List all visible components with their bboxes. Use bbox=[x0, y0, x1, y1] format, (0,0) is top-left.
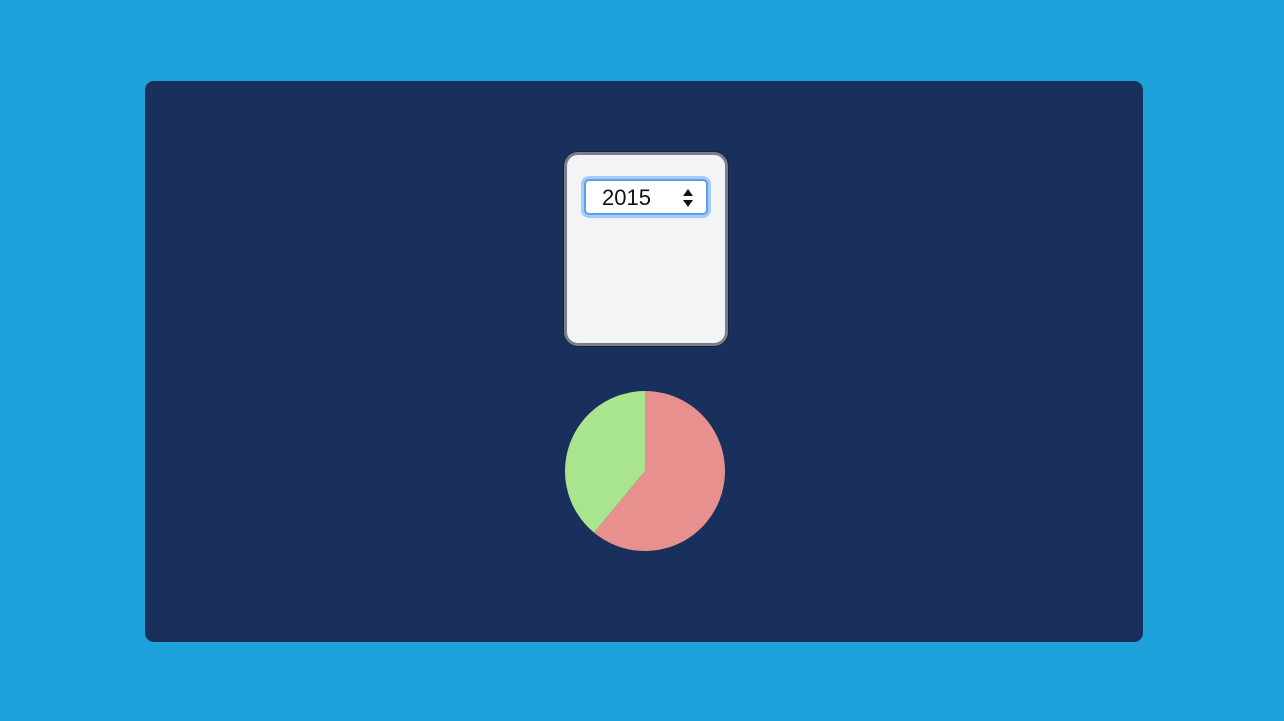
year-picker-card: 2015 bbox=[564, 152, 728, 346]
year-select[interactable]: 2015 bbox=[584, 179, 708, 215]
pie-chart bbox=[565, 391, 725, 551]
year-value: 2015 bbox=[602, 185, 651, 210]
main-panel: 2015 bbox=[145, 81, 1143, 642]
up-down-arrows-icon[interactable] bbox=[682, 188, 694, 208]
